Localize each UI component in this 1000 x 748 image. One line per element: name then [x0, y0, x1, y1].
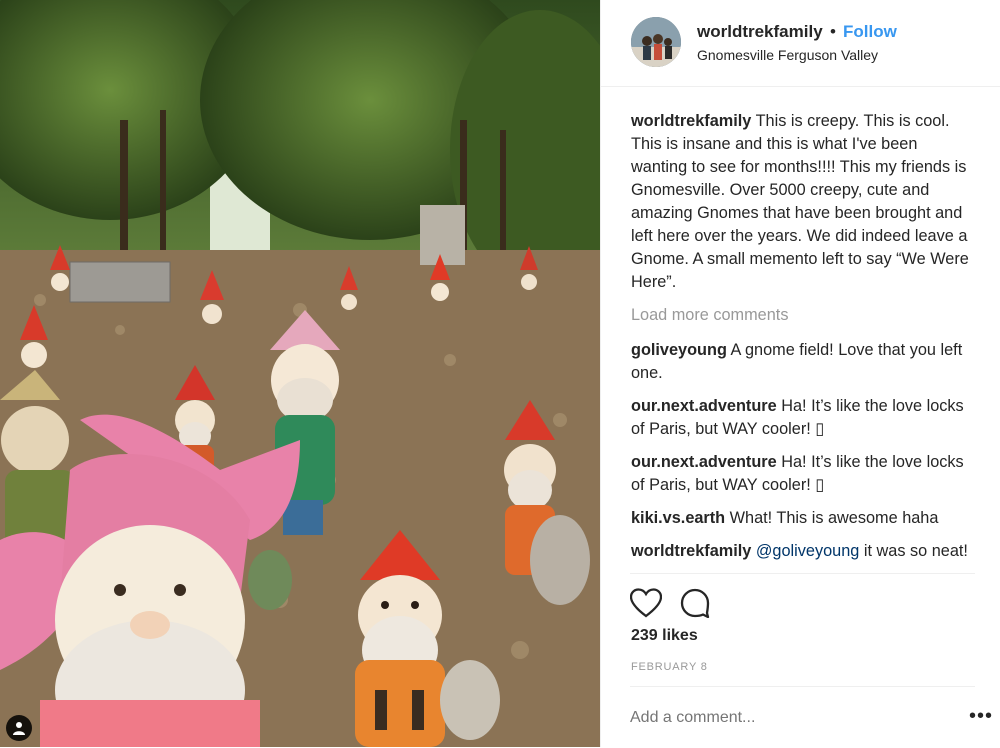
comment-username[interactable]: goliveyoung: [631, 341, 727, 359]
post-header: worldtrekfamily • Follow Gnomesville Fer…: [601, 0, 1000, 87]
avatar[interactable]: [631, 17, 681, 67]
comment-text: it was so neat!: [863, 542, 968, 560]
like-button[interactable]: [629, 588, 663, 623]
speech-bubble-icon: [681, 588, 710, 619]
instagram-post: worldtrekfamily • Follow Gnomesville Fer…: [0, 0, 1000, 747]
comment-text: What! This is awesome haha: [729, 509, 939, 527]
gnome-field-image: [0, 0, 600, 747]
comment-username[interactable]: our.next.adventure: [631, 453, 777, 471]
comment-item: our.next.adventure Ha! It’s like the lov…: [631, 451, 976, 497]
comment-item: our.next.adventure Ha! It’s like the lov…: [631, 395, 976, 441]
add-comment-input[interactable]: [630, 709, 930, 727]
comment-username[interactable]: kiki.vs.earth: [631, 509, 725, 527]
post-sidebar: worldtrekfamily • Follow Gnomesville Fer…: [600, 0, 1000, 747]
avatar-image: [631, 17, 681, 67]
caption-text: This is creepy. This is cool. This is in…: [631, 112, 969, 291]
comment-item: goliveyoung A gnome field! Love that you…: [631, 339, 976, 385]
reply-comment: worldtrekfamily @goliveyoung it was so n…: [631, 540, 976, 563]
username-link[interactable]: worldtrekfamily: [697, 22, 823, 42]
location-link[interactable]: Gnomesville Ferguson Valley: [697, 47, 878, 63]
mention-link[interactable]: @goliveyoung: [756, 542, 859, 560]
heart-icon: [629, 588, 663, 618]
comment-username[interactable]: our.next.adventure: [631, 397, 777, 415]
comment-item: kiki.vs.earth What! This is awesome haha: [631, 507, 976, 530]
load-more-comments-button[interactable]: Load more comments: [631, 304, 976, 327]
comment-button[interactable]: [680, 588, 710, 623]
separator-dot: •: [830, 22, 836, 41]
post-date: FEBRUARY 8: [631, 661, 708, 673]
action-bar: [629, 573, 975, 628]
add-comment-row: •••: [630, 686, 992, 748]
comment-username[interactable]: worldtrekfamily: [631, 542, 751, 560]
post-photo[interactable]: [0, 0, 600, 747]
caption: worldtrekfamily This is creepy. This is …: [631, 110, 976, 294]
caption-username[interactable]: worldtrekfamily: [631, 112, 751, 130]
follow-button[interactable]: Follow: [843, 22, 897, 42]
user-tag-button[interactable]: [6, 715, 32, 741]
person-icon: [13, 722, 25, 735]
comments-section: worldtrekfamily This is creepy. This is …: [631, 110, 976, 573]
ellipsis-icon[interactable]: •••: [969, 705, 993, 728]
likes-count[interactable]: 239 likes: [631, 627, 698, 645]
